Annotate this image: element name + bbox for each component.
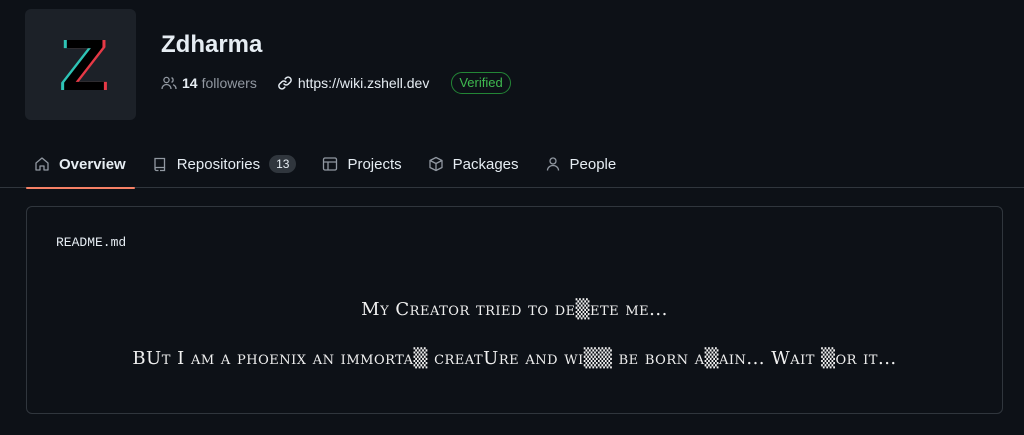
people-icon [161,76,177,90]
tab-overview-label: Overview [59,155,126,173]
person-icon [546,157,559,171]
readme-box: README.md My Creator tried to de▒ete me.… [26,206,1003,414]
repositories-counter: 13 [269,155,297,173]
readme-line-1: My Creator tried to de▒ete me... [361,299,668,320]
tab-people[interactable]: People [536,140,626,188]
readme-line-2: BUt I am a phoenix an immorta▒ creatUre … [132,348,897,369]
repo-icon [154,157,165,172]
tab-repositories[interactable]: Repositories 13 [143,140,306,188]
z-logo-icon: Z Z Z [59,32,109,98]
verified-badge[interactable]: Verified [451,72,511,94]
link-icon [278,76,292,90]
org-nav: Overview Repositories 13 Projects Packag… [0,140,1024,189]
package-icon [428,156,443,172]
tab-packages[interactable]: Packages [419,140,528,188]
tab-projects-label: Projects [347,155,402,173]
nav-tabs: Overview Repositories 13 Projects Packag… [26,140,633,189]
org-name: Zdharma [161,31,263,58]
tab-repositories-label: Repositories [176,155,261,173]
tab-packages-label: Packages [452,155,519,173]
home-icon [35,157,49,171]
tab-projects[interactable]: Projects [313,140,410,188]
org-header: Z Z Z Zdharma 14 followers https://wiki.… [25,9,1024,120]
org-avatar[interactable]: Z Z Z [25,9,136,120]
followers-count: 14 [182,75,198,91]
tab-people-label: People [569,155,617,173]
followers-link[interactable]: 14 followers [161,75,257,91]
followers-label: followers [201,75,257,91]
org-meta: 14 followers https://wiki.zshell.dev Ver… [161,72,511,94]
avatar-letter-main: Z [62,32,106,98]
readme-title[interactable]: README.md [56,235,126,250]
table-icon [323,157,338,171]
website-link[interactable]: https://wiki.zshell.dev [277,75,430,91]
website-url: https://wiki.zshell.dev [297,75,430,91]
tab-overview[interactable]: Overview [26,140,135,189]
